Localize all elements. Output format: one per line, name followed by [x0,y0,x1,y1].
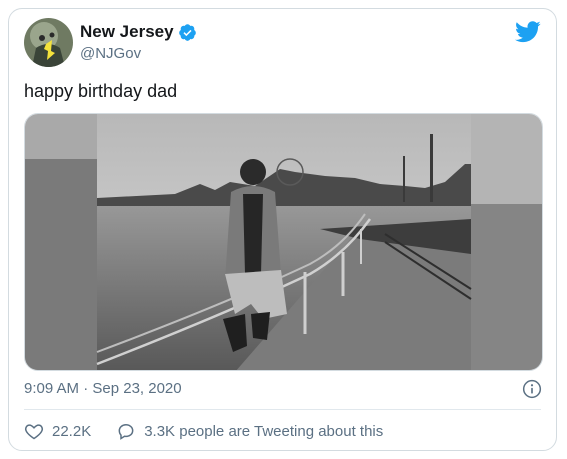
avatar[interactable] [24,18,73,67]
verified-badge-icon [178,23,196,41]
heart-icon [24,424,44,440]
speech-bubble-icon [118,423,134,440]
author-handle[interactable]: @NJGov [80,45,141,62]
conversation-text: 3.3K people are Tweeting about this [144,422,384,440]
tweet-card: New Jersey @NJGov happy birthday dad 9:0… [8,8,557,451]
tweet-text: happy birthday dad [24,81,178,101]
info-icon[interactable] [522,379,542,399]
divider [24,409,541,410]
like-count: 22.2K [52,422,92,440]
tweet-photo[interactable] [24,113,543,371]
conversation-link[interactable]: 3.3K people are Tweeting about this [116,421,383,441]
tweet-timestamp[interactable]: 9:09 AM · Sep 23, 2020 [24,380,182,397]
author-name[interactable]: New Jersey [80,22,174,42]
twitter-bird-icon[interactable] [515,21,541,43]
like-button[interactable]: 22.2K [24,421,91,441]
